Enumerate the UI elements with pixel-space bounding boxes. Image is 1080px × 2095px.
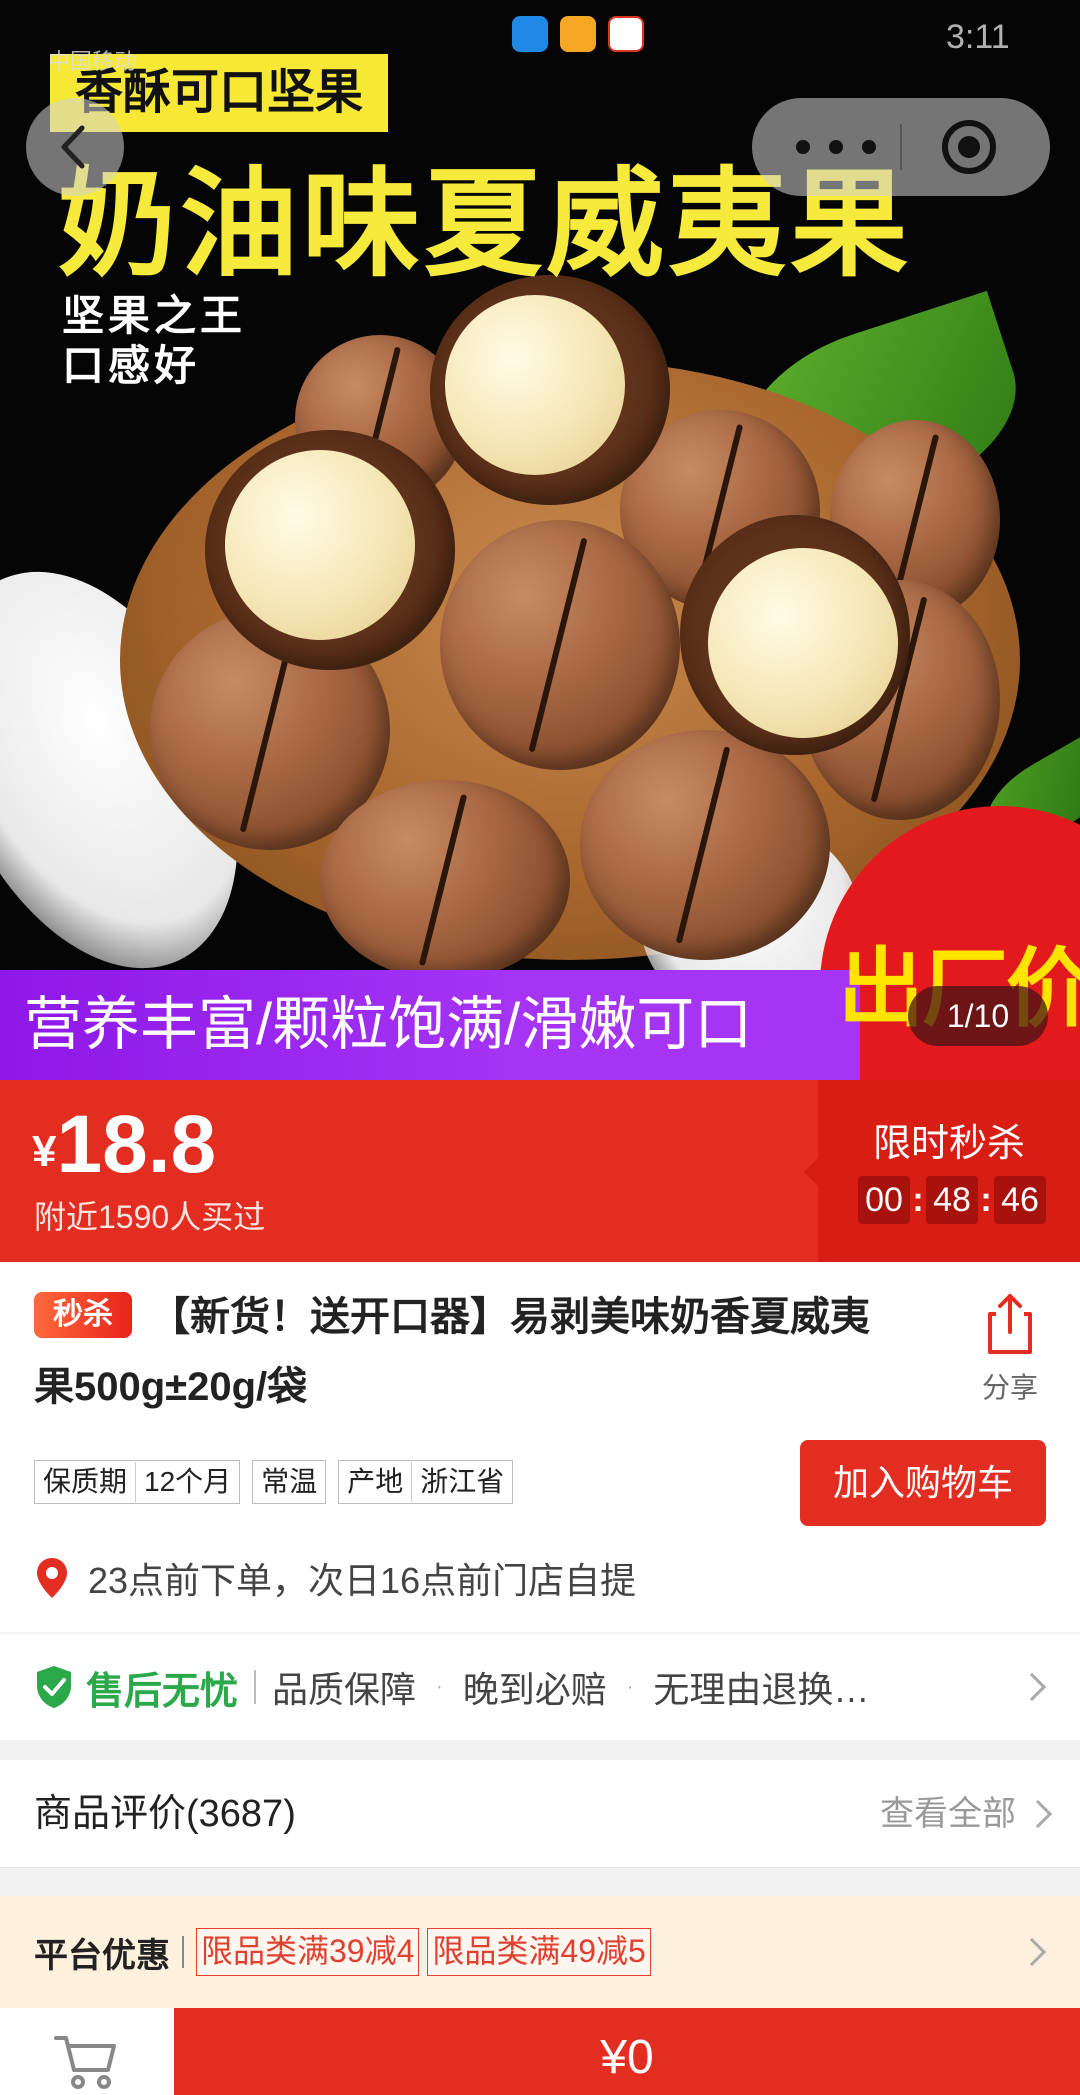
separator-dot: · (436, 1675, 443, 1698)
seckill-tag: 秒杀 (34, 1292, 132, 1338)
shield-check-icon (37, 1666, 71, 1708)
product-attributes: 保质期 12个月 常温 产地 浙江省 (34, 1460, 514, 1504)
chat-app-icon (560, 16, 596, 52)
macadamia-kernel (445, 295, 625, 475)
buy-now-button[interactable]: ¥0 (174, 2008, 1080, 2095)
coupon-tag[interactable]: 限品类满39减4 (196, 1928, 420, 1976)
separator-dot: · (626, 1675, 634, 1698)
product-info: 秒杀 【新货！送开口器】易剥美味奶香夏威夷 果500g±20g/袋 分享 保质期… (0, 1262, 1080, 1632)
cart-tab[interactable] (0, 2008, 174, 2095)
back-button[interactable] (26, 98, 124, 196)
guarantee-late-compensation: 晚到必赔 (462, 1669, 607, 1710)
price-value: 18.8 (56, 1099, 217, 1190)
carrier-label: 中国移动 (48, 49, 137, 74)
countdown-timer: 00 : 48 : 46 (858, 1176, 1046, 1224)
attribute-value: 浙江省 (411, 1462, 512, 1502)
bottom-action-bar: ¥0 (0, 2008, 1080, 2095)
capsule-divider (900, 124, 902, 170)
location-pin-icon (37, 1558, 67, 1598)
status-time: 3:11 (946, 18, 1010, 56)
product-image-carousel[interactable]: 香酥可口坚果 奶油味夏威夷果 坚果之王 口感好 营养丰富/颗粒饱满/滑嫩可口 出… (0, 0, 1080, 1080)
countdown-colon: : (912, 1180, 924, 1219)
hero-subtitle-2: 口感好 (62, 342, 201, 389)
countdown-seconds: 46 (994, 1176, 1046, 1224)
carousel-page-indicator: 1/10 (908, 986, 1048, 1046)
seckill-tag-text: 秒杀 (53, 1298, 113, 1331)
coupon-tag[interactable]: 限品类满49减5 (427, 1928, 651, 1976)
macadamia-nut (320, 780, 570, 980)
countdown-hours: 00 (858, 1176, 910, 1224)
pickup-text: 23点前下单，次日16点前门店自提 (88, 1560, 637, 1601)
add-to-cart-label: 加入购物车 (832, 1462, 1013, 1503)
product-title-line-1: 【新货！送开口器】易剥美味奶香夏威夷 (150, 1295, 870, 1339)
flash-sale-label: 限时秒杀 (872, 1123, 1025, 1165)
view-all-reviews-link[interactable]: 查看全部 (880, 1760, 1016, 1868)
divider (182, 1936, 184, 1968)
countdown-minutes: 48 (926, 1176, 978, 1224)
price-bar: ¥18.8 附近1590人买过 限时秒杀 00 : 48 : 46 (0, 1080, 1080, 1262)
attribute-shelf-life: 保质期 12个月 (34, 1460, 241, 1504)
divider (254, 1670, 257, 1704)
cart-icon (54, 2036, 116, 2089)
attribute-key: 常温 (261, 1466, 318, 1497)
pickup-info: 23点前下单，次日16点前门店自提 (34, 1552, 636, 1604)
macadamia-kernel (708, 548, 898, 738)
chevron-right-icon (1017, 1672, 1047, 1702)
attribute-key: 产地 (347, 1466, 404, 1497)
after-sales-title: 售后无忧 (86, 1670, 239, 1713)
after-sales-row[interactable]: 售后无忧 品质保障 · 晚到必赔 · 无理由退换… (0, 1634, 1080, 1740)
mini-program-capsule (752, 98, 1050, 196)
coupons-title: 平台优惠 (34, 1936, 170, 1975)
guarantee-quality: 品质保障 (272, 1669, 417, 1710)
add-to-cart-button[interactable]: 加入购物车 (800, 1440, 1046, 1526)
reviews-row[interactable]: 商品评价(3687) 查看全部 (0, 1760, 1080, 1868)
countdown-colon: : (980, 1180, 992, 1219)
sina-app-icon (608, 16, 644, 52)
guarantee-return: 无理由退换… (653, 1669, 870, 1710)
reviews-title: 商品评价(3687) (34, 1793, 296, 1835)
attribute-key: 保质期 (43, 1466, 128, 1497)
feature-band: 营养丰富/颗粒饱满/滑嫩可口 (0, 970, 860, 1080)
feature-band-text: 营养丰富/颗粒饱满/滑嫩可口 (24, 992, 753, 1057)
attribute-storage: 常温 (252, 1460, 327, 1504)
macadamia-nut (580, 730, 830, 960)
share-icon (988, 1294, 1032, 1354)
attribute-value: 12个月 (135, 1462, 239, 1502)
price: ¥18.8 (32, 1098, 216, 1192)
macadamia-kernel (225, 450, 415, 640)
buy-amount: ¥0 (600, 2031, 654, 2084)
product-title-line-2: 果500g±20g/袋 (34, 1365, 308, 1409)
shield-app-icon (512, 16, 548, 52)
chevron-right-icon (1023, 1799, 1053, 1829)
chevron-right-icon (1017, 1937, 1047, 1967)
share-label: 分享 (981, 1372, 1038, 1403)
macadamia-nut (440, 520, 680, 770)
target-icon[interactable] (942, 120, 996, 174)
platform-coupons-row[interactable]: 平台优惠 限品类满39减4 限品类满49减5 (0, 1896, 1080, 2008)
flash-sale-panel: 限时秒杀 00 : 48 : 46 (804, 1080, 1080, 1262)
more-dots-icon[interactable] (786, 128, 886, 166)
chevron-left-icon (61, 125, 85, 169)
price-currency: ¥ (32, 1127, 57, 1176)
status-notification-icons (512, 16, 644, 52)
attribute-origin: 产地 浙江省 (338, 1460, 514, 1504)
page-indicator-text: 1/10 (946, 998, 1010, 1034)
share-button[interactable]: 分享 (968, 1290, 1052, 1403)
bought-count: 附近1590人买过 (34, 1199, 266, 1235)
